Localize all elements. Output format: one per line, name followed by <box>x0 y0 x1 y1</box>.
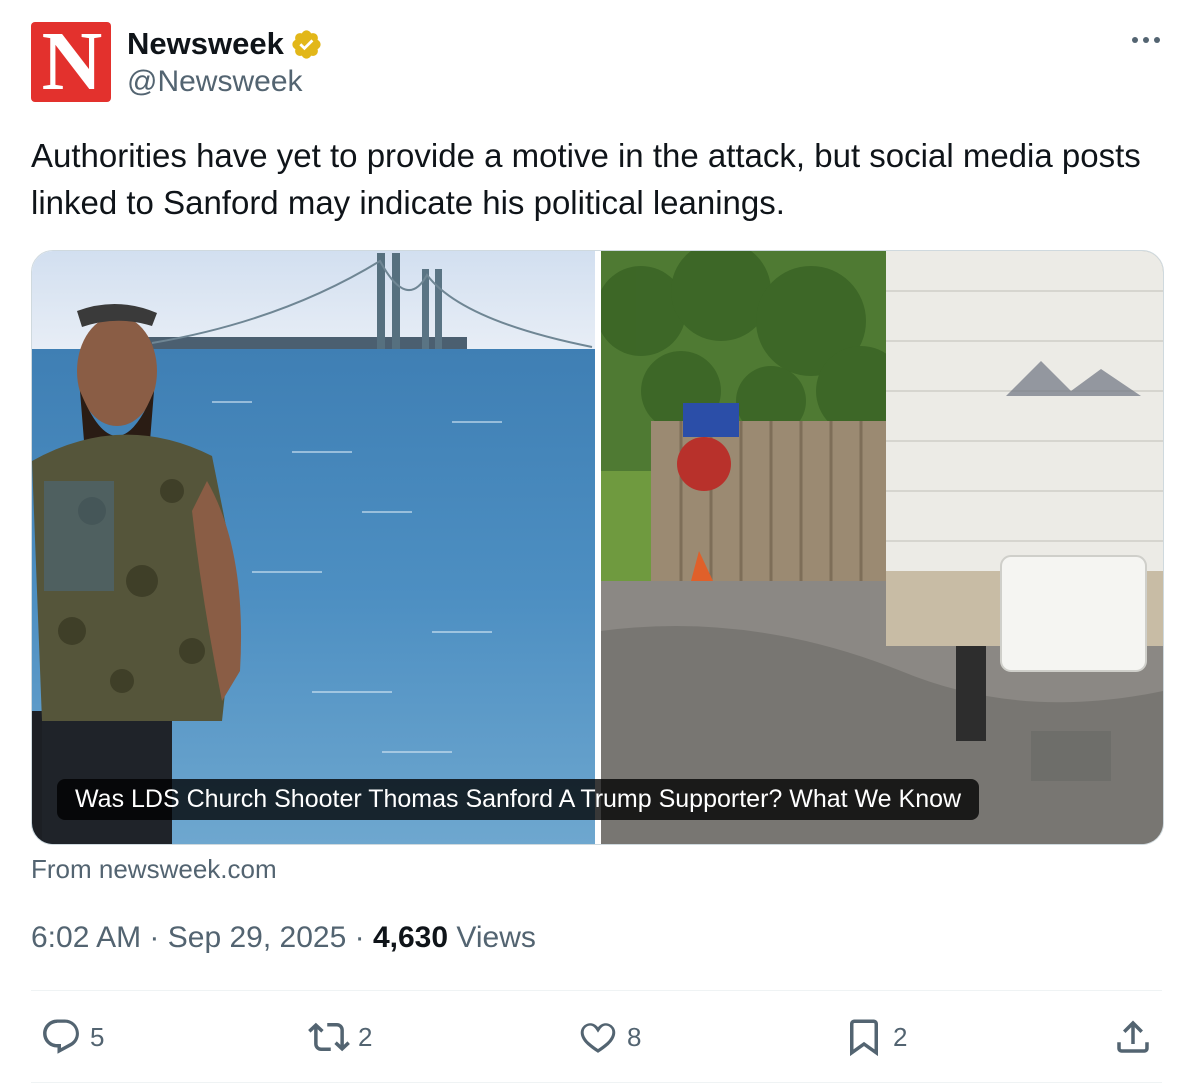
heart-icon <box>580 1023 616 1053</box>
reply-icon <box>43 1019 79 1054</box>
share-button[interactable] <box>1112 1014 1154 1060</box>
author-name-row: Newsweek <box>127 24 323 64</box>
verified-badge-icon[interactable] <box>290 28 323 61</box>
bookmark-icon <box>850 1019 878 1057</box>
meta-separator: · <box>354 921 365 954</box>
repost-count: 2 <box>358 1021 373 1052</box>
share-icon <box>1117 1020 1149 1053</box>
tweet-date[interactable]: Sep 29, 2025 <box>168 921 347 954</box>
reply-count: 5 <box>90 1021 105 1052</box>
meta-separator: · <box>149 921 160 954</box>
author-display-name[interactable]: Newsweek <box>127 26 284 62</box>
like-count: 8 <box>627 1021 642 1052</box>
views-label: Views <box>456 921 536 954</box>
like-button[interactable]: 8 <box>577 1014 641 1060</box>
avatar-logo-letter: N <box>41 22 103 102</box>
bookmark-button[interactable]: 2 <box>843 1014 907 1060</box>
reply-button[interactable]: 5 <box>40 1014 104 1060</box>
tweet-text: Authorities have yet to provide a motive… <box>31 137 1141 221</box>
views-count: 4,630 <box>372 921 449 954</box>
repost-button[interactable]: 2 <box>308 1014 372 1060</box>
photo-man-by-bridge <box>32 251 595 844</box>
tweet-meta: 6:02 AM · Sep 29, 2025 · 4,630 Views <box>31 919 536 957</box>
tweet-time[interactable]: 6:02 AM <box>31 921 141 954</box>
bookmark-count: 2 <box>893 1021 908 1052</box>
card-title[interactable]: Was LDS Church Shooter Thomas Sanford A … <box>57 779 980 820</box>
more-icon[interactable] <box>1128 30 1164 50</box>
card-source[interactable]: From newsweek.com <box>31 853 277 885</box>
link-card[interactable]: Was LDS Church Shooter Thomas Sanford A … <box>31 250 1164 845</box>
divider <box>31 1082 1162 1083</box>
author-handle[interactable]: @Newsweek <box>127 64 303 100</box>
repost-icon <box>308 1022 350 1052</box>
photo-trailer-and-fence <box>601 251 1163 844</box>
divider <box>31 990 1162 991</box>
newsweek-avatar[interactable]: N <box>31 22 111 102</box>
